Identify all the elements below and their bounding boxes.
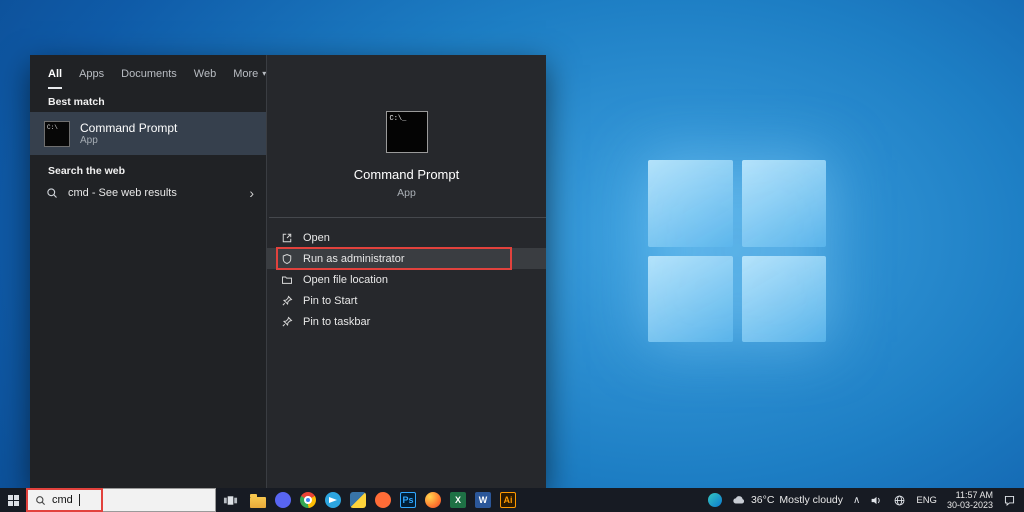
action-open[interactable]: Open	[267, 227, 546, 248]
network-icon[interactable]	[893, 494, 906, 507]
tab-more-label: More	[233, 68, 258, 80]
open-icon	[281, 232, 293, 244]
action-run-as-administrator[interactable]: Run as administrator	[267, 248, 546, 269]
edge-icon[interactable]	[708, 493, 722, 507]
weather-widget[interactable]: 36°C Mostly cloudy	[732, 493, 843, 507]
result-preview-pane: Command Prompt App Open Run as administr…	[267, 55, 546, 488]
result-title: Command Prompt	[80, 121, 177, 135]
action-pin-to-taskbar[interactable]: Pin to taskbar	[267, 311, 546, 332]
photoshop-icon[interactable]: Ps	[400, 492, 416, 508]
action-label: Open	[303, 232, 330, 244]
illustrator-icon[interactable]: Ai	[500, 492, 516, 508]
desktop: All Apps Documents Web More ▾ 0 … ×	[0, 0, 1024, 512]
web-search-result[interactable]: cmd - See web results ›	[30, 181, 266, 204]
start-button[interactable]	[0, 488, 26, 512]
command-prompt-icon-large	[386, 111, 428, 153]
cloud-icon	[732, 493, 746, 507]
web-section-label: Search the web	[48, 165, 125, 177]
action-label: Run as administrator	[303, 253, 405, 265]
task-view-button[interactable]	[216, 493, 244, 508]
task-view-icon	[223, 493, 238, 508]
logo-pane	[648, 256, 733, 343]
windows-start-icon	[8, 495, 19, 506]
postman-icon[interactable]	[375, 492, 391, 508]
action-label: Pin to Start	[303, 295, 357, 307]
firefox-icon[interactable]	[425, 492, 441, 508]
text-cursor	[79, 494, 80, 506]
telegram-icon[interactable]	[325, 492, 341, 508]
volume-icon[interactable]	[870, 494, 883, 507]
action-label: Pin to taskbar	[303, 316, 370, 328]
action-center-icon[interactable]	[1003, 494, 1016, 507]
search-icon	[35, 495, 46, 506]
best-match-result[interactable]: Command Prompt App	[30, 112, 266, 155]
folder-icon	[281, 274, 293, 286]
windows-wallpaper-logo	[648, 160, 826, 342]
tab-documents[interactable]: Documents	[121, 55, 177, 92]
logo-pane	[648, 160, 733, 247]
search-tabs: All Apps Documents Web More ▾	[48, 55, 266, 92]
preview-divider	[269, 217, 546, 218]
chrome-icon[interactable]	[300, 492, 316, 508]
python-icon[interactable]	[350, 492, 366, 508]
taskbar-search-input[interactable]: cmd	[26, 488, 216, 512]
clock[interactable]: 11:57 AM 30-03-2023	[947, 490, 993, 510]
context-actions: Open Run as administrator Open file loca…	[267, 227, 546, 332]
show-hidden-icons-chevron[interactable]: ∧	[853, 495, 860, 506]
web-result-label: cmd - See web results	[68, 187, 177, 199]
tab-more[interactable]: More ▾	[233, 55, 266, 92]
file-explorer-icon[interactable]	[250, 492, 266, 508]
logo-pane	[742, 256, 827, 343]
logo-pane	[742, 160, 827, 247]
preview-title: Command Prompt	[267, 167, 546, 182]
chevron-right-icon[interactable]: ›	[249, 186, 254, 200]
language-indicator[interactable]: ENG	[916, 495, 937, 506]
time-text: 11:57 AM	[947, 490, 993, 500]
action-open-file-location[interactable]: Open file location	[267, 269, 546, 290]
best-match-section-label: Best match	[48, 96, 105, 108]
weather-condition-text: Mostly cloudy	[779, 494, 843, 506]
action-label: Open file location	[303, 274, 388, 286]
command-prompt-icon	[44, 121, 70, 147]
temperature-text: 36°C	[751, 494, 774, 506]
search-query-text: cmd	[52, 494, 73, 506]
admin-shield-icon	[281, 253, 293, 265]
search-icon	[46, 187, 58, 199]
start-search-panel: All Apps Documents Web More ▾ 0 … ×	[30, 55, 546, 488]
discord-icon[interactable]	[275, 492, 291, 508]
tab-web[interactable]: Web	[194, 55, 216, 92]
excel-icon[interactable]: X	[450, 492, 466, 508]
word-icon[interactable]: W	[475, 492, 491, 508]
best-match-texts: Command Prompt App	[80, 121, 177, 147]
tab-all[interactable]: All	[48, 55, 62, 92]
taskbar: cmd Ps X W Ai 36°C Mostly cloudy	[0, 488, 1024, 512]
tab-apps[interactable]: Apps	[79, 55, 104, 92]
result-subtitle: App	[80, 135, 177, 147]
date-text: 30-03-2023	[947, 500, 993, 510]
pin-icon	[281, 295, 293, 307]
pin-icon	[281, 316, 293, 328]
action-pin-to-start[interactable]: Pin to Start	[267, 290, 546, 311]
system-tray: 36°C Mostly cloudy ∧ ENG 11:57 AM 30-03-…	[708, 488, 1024, 512]
pinned-apps: Ps X W Ai	[250, 492, 516, 508]
preview-subtitle: App	[267, 187, 546, 199]
